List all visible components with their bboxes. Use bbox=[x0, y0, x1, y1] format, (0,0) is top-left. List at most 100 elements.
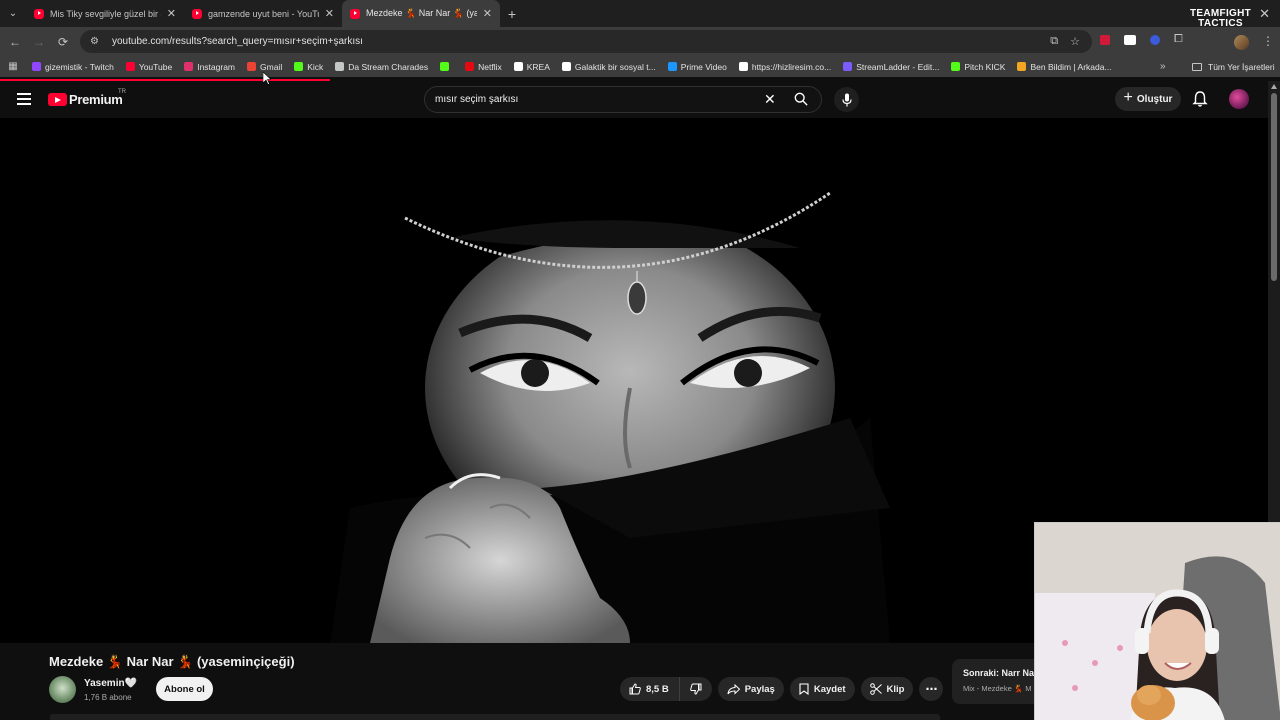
tab-title: Mis Tiky sevgiliyle güzel bir ara bbox=[50, 8, 161, 19]
bookmark-label: StreamLadder - Edit... bbox=[856, 61, 940, 72]
description-box-edge bbox=[50, 714, 940, 720]
kick-icon bbox=[440, 62, 450, 71]
clip-button[interactable]: Klip bbox=[860, 677, 914, 701]
extension-blue-icon[interactable] bbox=[1150, 34, 1160, 45]
clear-search-icon[interactable]: ✕ bbox=[764, 91, 776, 108]
chrome-menu-icon[interactable]: ⋮ bbox=[1262, 34, 1274, 48]
tab-title: Mezdeke 💃 Nar Nar 💃 (yase bbox=[366, 8, 477, 18]
user-avatar[interactable] bbox=[1229, 89, 1249, 109]
kick-icon bbox=[951, 62, 961, 71]
dislike-button[interactable] bbox=[679, 677, 712, 701]
bookmark-label: https://hizliresim.co... bbox=[751, 61, 832, 72]
bookmark-item[interactable]: Ben Bildim | Arkada... bbox=[1011, 56, 1117, 77]
bookmark-item[interactable]: https://hizliresim.co... bbox=[733, 56, 837, 77]
bookmark-label: Prime Video bbox=[680, 61, 727, 72]
tab-close-icon[interactable]: ✕ bbox=[483, 7, 492, 20]
browser-tab-active[interactable]: Mezdeke 💃 Nar Nar 💃 (yase ✕ bbox=[342, 0, 500, 27]
search-box[interactable]: mısır seçim şarkısı ✕ bbox=[424, 86, 822, 113]
save-bookmark-icon bbox=[799, 683, 809, 695]
puzzle-icon bbox=[335, 62, 345, 71]
browser-tab[interactable]: gamzende uyut beni - YouTube ✕ bbox=[184, 0, 342, 27]
youtube-favicon-icon bbox=[192, 8, 202, 19]
browser-tab[interactable]: Mis Tiky sevgiliyle güzel bir ara ✕ bbox=[26, 0, 184, 27]
channel-avatar[interactable] bbox=[49, 676, 76, 703]
bookmark-item[interactable]: Kick bbox=[288, 56, 329, 77]
share-button[interactable]: Paylaş bbox=[717, 677, 784, 701]
bookmark-item[interactable]: Pitch KICK bbox=[945, 56, 1011, 77]
extension-red-icon[interactable] bbox=[1100, 34, 1110, 45]
more-actions-icon[interactable]: ⋯ bbox=[919, 677, 944, 701]
youtube-favicon-icon bbox=[34, 8, 44, 19]
new-tab-button[interactable]: + bbox=[500, 6, 524, 22]
twitch-icon bbox=[32, 62, 41, 71]
save-label: Kaydet bbox=[813, 683, 846, 695]
youtube-favicon-icon bbox=[350, 8, 360, 19]
scroll-up-arrow-icon[interactable] bbox=[1271, 84, 1277, 89]
forward-arrow-icon[interactable]: → bbox=[27, 35, 51, 49]
subscribe-button[interactable]: Abone ol bbox=[156, 677, 213, 701]
scissors-icon bbox=[869, 683, 882, 695]
window-close-icon[interactable]: ✕ bbox=[1259, 6, 1270, 22]
extension-w-icon[interactable] bbox=[1124, 34, 1136, 45]
search-input[interactable]: mısır seçim şarkısı bbox=[435, 94, 518, 105]
save-button[interactable]: Kaydet bbox=[789, 677, 855, 701]
like-count: 8,5 B bbox=[646, 683, 669, 695]
thumbs-down-icon bbox=[689, 683, 702, 695]
apps-grid-icon[interactable]: ▦ bbox=[0, 61, 26, 72]
video-actions: 8,5 B Paylaş Kaydet Klip ⋯ bbox=[620, 677, 944, 701]
tab-search-button[interactable]: ⌄ bbox=[0, 0, 26, 27]
share-arrow-icon bbox=[727, 683, 740, 695]
youtube-header: Premium TR mısır seçim şarkısı ✕ + Oluşt… bbox=[0, 81, 1268, 118]
like-dislike-group: 8,5 B bbox=[620, 677, 712, 701]
bookmark-item[interactable]: Prime Video bbox=[662, 56, 733, 77]
instagram-icon bbox=[184, 62, 194, 71]
bookmark-list: gizemistik - Twitch YouTube Instagram Gmail… bbox=[26, 56, 1118, 77]
webcam-scene-image bbox=[1035, 523, 1280, 720]
bookmark-item[interactable]: Netflix bbox=[459, 56, 508, 77]
search-icon[interactable] bbox=[794, 92, 808, 106]
bookmark-item[interactable]: Da Stream Charades bbox=[329, 56, 434, 77]
bookmark-item[interactable]: gizemistik - Twitch bbox=[26, 56, 120, 77]
tab-close-icon[interactable]: ✕ bbox=[167, 7, 176, 20]
channel-name[interactable]: Yasemin🤍 bbox=[84, 678, 137, 689]
voice-search-button[interactable] bbox=[834, 87, 859, 112]
streamladder-icon bbox=[843, 62, 853, 71]
reload-icon[interactable]: ⟳ bbox=[51, 35, 75, 49]
bookmark-item[interactable]: Instagram bbox=[178, 56, 241, 77]
bookmark-label: YouTube bbox=[138, 61, 173, 72]
bookmark-star-icon[interactable]: ☆ bbox=[1070, 35, 1080, 48]
like-button[interactable]: 8,5 B bbox=[620, 677, 680, 701]
notifications-bell-icon[interactable] bbox=[1192, 90, 1208, 108]
browser-toolbar: ← → ⟳ ⚙ youtube.com/results?search_query… bbox=[0, 27, 1280, 56]
bookmark-label: Galaktik bir sosyal t... bbox=[574, 61, 656, 72]
all-bookmarks-folder[interactable]: Tüm Yer İşaretleri bbox=[1192, 56, 1275, 77]
subscriber-count: 1,76 B abone bbox=[84, 693, 132, 702]
bookmark-item[interactable]: StreamLadder - Edit... bbox=[837, 56, 945, 77]
bookmark-item[interactable] bbox=[434, 56, 459, 77]
bookmark-item[interactable]: KREA bbox=[508, 56, 556, 77]
youtube-premium-logo[interactable]: Premium bbox=[48, 92, 123, 107]
install-app-icon[interactable]: ⧉ bbox=[1050, 35, 1058, 48]
bookmark-label: Pitch KICK bbox=[964, 61, 1006, 72]
plus-icon: + bbox=[1123, 89, 1133, 106]
logo-text: Premium bbox=[69, 92, 123, 107]
url-text[interactable]: youtube.com/results?search_query=mısır+s… bbox=[112, 36, 363, 47]
youtube-logo-icon bbox=[48, 93, 67, 106]
create-button[interactable]: + Oluştur bbox=[1115, 87, 1181, 111]
bookmark-item[interactable]: YouTube bbox=[120, 56, 178, 77]
extensions-puzzle-icon[interactable]: ⧠ bbox=[1174, 33, 1183, 46]
site-settings-icon[interactable]: ⚙ bbox=[90, 36, 102, 47]
more-bookmarks-icon[interactable]: » bbox=[1160, 56, 1166, 77]
scrollbar-thumb[interactable] bbox=[1271, 93, 1277, 281]
bookmark-item[interactable]: Galaktik bir sosyal t... bbox=[556, 56, 662, 77]
create-label: Oluştur bbox=[1136, 93, 1173, 105]
bookmark-label: Da Stream Charades bbox=[348, 61, 429, 72]
bookmark-label: KREA bbox=[526, 61, 550, 72]
mouse-cursor-icon bbox=[263, 72, 271, 85]
back-arrow-icon[interactable]: ← bbox=[3, 35, 27, 49]
all-bookmarks-label: Tüm Yer İşaretleri bbox=[1208, 61, 1275, 72]
menu-hamburger-icon[interactable] bbox=[17, 93, 31, 108]
address-bar[interactable]: ⚙ youtube.com/results?search_query=mısır… bbox=[80, 30, 1092, 53]
tab-close-icon[interactable]: ✕ bbox=[325, 7, 334, 20]
chrome-profile-avatar[interactable] bbox=[1234, 35, 1249, 50]
